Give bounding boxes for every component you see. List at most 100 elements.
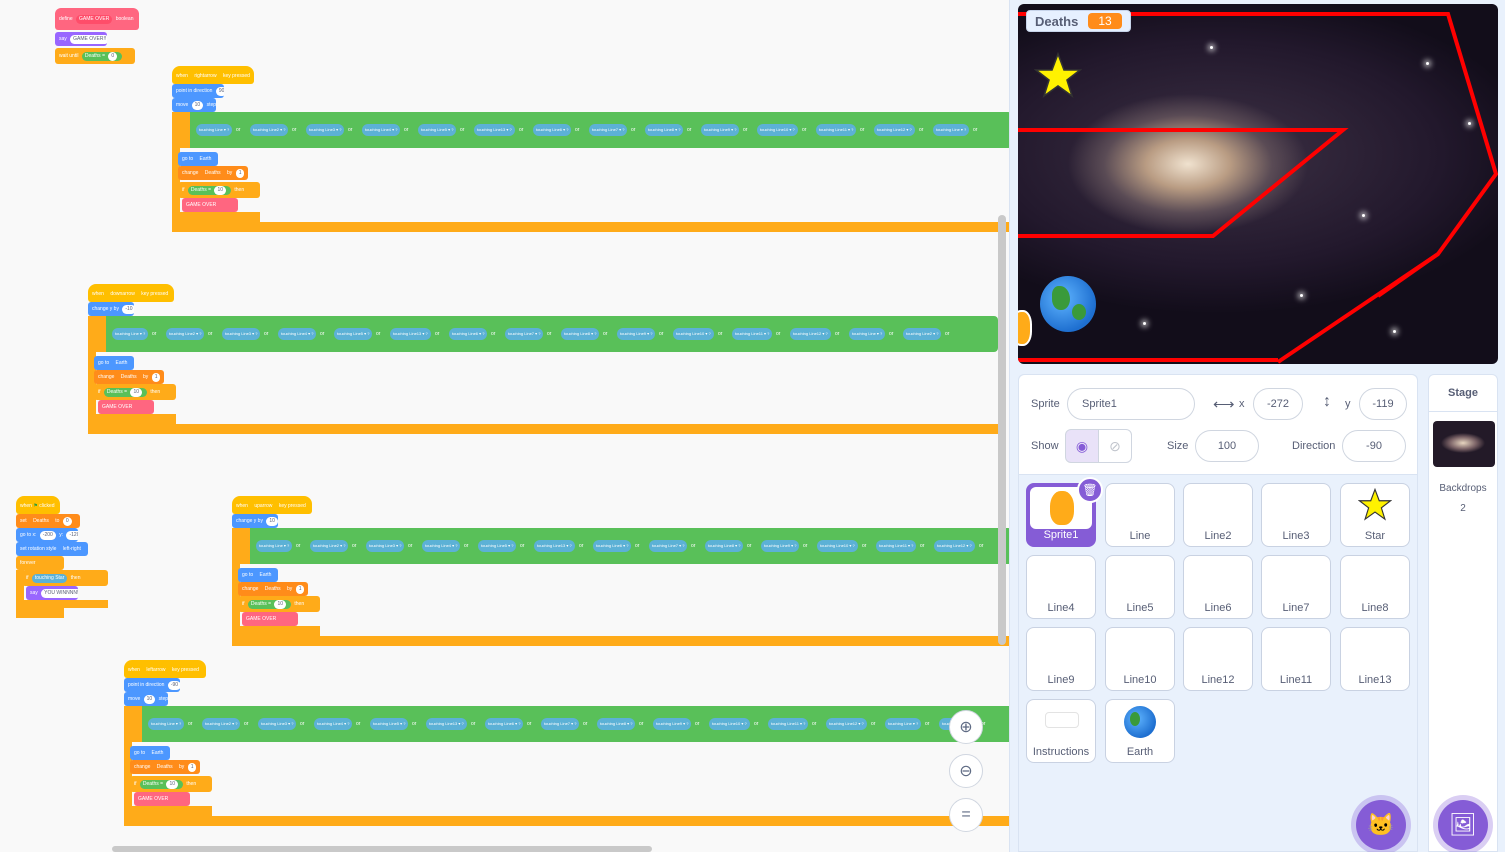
touching-sensor-chip[interactable]: touching Line8 ▾ ? bbox=[561, 328, 600, 340]
touching-sensor-chip[interactable]: touching Line4 ▾ ? bbox=[314, 718, 353, 730]
say-win-block[interactable]: say YOU WINNNN! bbox=[26, 586, 78, 600]
set-var[interactable]: Deaths bbox=[30, 517, 52, 526]
change-deaths-block[interactable]: change Deaths by 1 bbox=[238, 582, 308, 596]
touching-sensor-chip[interactable]: touching Line5 ▾ ? bbox=[370, 718, 409, 730]
goto-value[interactable]: Earth bbox=[112, 359, 131, 368]
key-dropdown[interactable]: rightarrow bbox=[191, 72, 220, 81]
wait-until-block[interactable]: wait until Deaths = 0 bbox=[55, 48, 135, 64]
change-y-value[interactable]: -10 bbox=[122, 305, 134, 314]
point-value[interactable]: -90 bbox=[167, 681, 180, 690]
touching-sensor-chip[interactable]: touching Line6 ▾ ? bbox=[449, 328, 488, 340]
backdrop-thumbnail[interactable] bbox=[1433, 421, 1495, 467]
change-var[interactable]: Deaths bbox=[261, 585, 284, 594]
earth-sprite[interactable] bbox=[1040, 276, 1096, 332]
touching-sensor-chip[interactable]: touching Line10 ▾ ? bbox=[709, 718, 750, 730]
when-key-pressed-hat[interactable]: when uparrow key pressed bbox=[232, 496, 312, 514]
if-touching-bar[interactable]: touching Line ▾ ? or touching Line2 ▾ ? or t… bbox=[124, 706, 1009, 742]
y-input[interactable]: -119 bbox=[1359, 388, 1407, 420]
move-value[interactable]: 10 bbox=[191, 101, 204, 110]
if-touching-bar[interactable]: touching Line ▾ ? or touching Line2 ▾ ? or t… bbox=[232, 528, 1009, 564]
if-deaths-block[interactable]: if Deaths = 10 then bbox=[130, 776, 212, 792]
touching-sensor-chip[interactable]: touching Line5 ▾ ? bbox=[478, 540, 517, 552]
sprite-tile-line13[interactable]: Line13 bbox=[1340, 627, 1410, 691]
stage-canvas[interactable]: Deaths 13 bbox=[1018, 4, 1498, 364]
touching-sensor-chip[interactable]: touching Line11 ▾ ? bbox=[876, 540, 917, 552]
touching-sensor-chip[interactable]: touching Line ▾ ? bbox=[196, 124, 233, 136]
touching-sensor-chip[interactable]: touching Line7 ▾ ? bbox=[541, 718, 580, 730]
touching-sensor-chip[interactable]: touching Line4 ▾ ? bbox=[422, 540, 461, 552]
sprite-tile-line7[interactable]: Line7 bbox=[1261, 555, 1331, 619]
touching-sensor-chip[interactable]: touching Line4 ▾ ? bbox=[278, 328, 317, 340]
goto-value[interactable]: Earth bbox=[256, 571, 275, 580]
goto-earth-block[interactable]: go to Earth bbox=[130, 746, 170, 760]
sprite-tile-line[interactable]: Line bbox=[1105, 483, 1175, 547]
point-value[interactable]: 90 bbox=[215, 87, 224, 96]
touching-sensor-chip[interactable]: touching Line6 ▾ ? bbox=[485, 718, 524, 730]
touching-sensor-chip[interactable]: touching Line5 ▾ ? bbox=[418, 124, 457, 136]
code-area[interactable]: define GAME OVER boolean say GAME OVER!!… bbox=[0, 0, 1010, 852]
set-deaths-block[interactable]: set Deaths to 0 bbox=[16, 514, 80, 528]
define-block[interactable]: define GAME OVER boolean bbox=[55, 8, 139, 30]
rotation-style-block[interactable]: set rotation style left-right bbox=[16, 542, 88, 556]
sprite-tile-line6[interactable]: Line6 bbox=[1183, 555, 1253, 619]
touching-sensor-chip[interactable]: touching Line7 ▾ ? bbox=[589, 124, 628, 136]
touching-sensor-chip[interactable]: touching Line13 ▾ ? bbox=[534, 540, 575, 552]
zoom-out-button[interactable]: ⊖ bbox=[949, 754, 983, 788]
touching-sensor-chip[interactable]: touching Line9 ▾ ? bbox=[653, 718, 692, 730]
goto-xy-block[interactable]: go to x: -200 y: -120 bbox=[16, 528, 78, 542]
when-key-pressed-hat[interactable]: say when rightarrow key pressed bbox=[172, 66, 254, 84]
change-y-block[interactable]: change y by 10 bbox=[232, 514, 278, 528]
if-touching-bar[interactable]: touching Line ▾ ? or touching Line2 ▾ ? or t… bbox=[172, 112, 1009, 148]
touching-sensor-chip[interactable]: touching Line9 ▾ ? bbox=[761, 540, 800, 552]
when-flag-clicked-hat[interactable]: when ⚑ clicked bbox=[16, 496, 60, 514]
rotation-value[interactable]: left-right bbox=[59, 545, 84, 554]
show-hidden-button[interactable]: ⊘ bbox=[1098, 429, 1132, 463]
change-deaths-block[interactable]: change Deaths by 1 bbox=[94, 370, 164, 384]
touching-sensor-chip[interactable]: touching Line12 ▾ ? bbox=[934, 540, 975, 552]
touching-sensor-chip[interactable]: touching Line6 ▾ ? bbox=[533, 124, 572, 136]
key-dropdown[interactable]: downarrow bbox=[107, 290, 138, 299]
sprite-tile-line2[interactable]: Line2 bbox=[1183, 483, 1253, 547]
sprite-tile-earth[interactable]: Earth bbox=[1105, 699, 1175, 763]
touching-sensor-chip[interactable]: touching Line ▾ ? bbox=[148, 718, 185, 730]
goto-earth-block[interactable]: go to Earth bbox=[238, 568, 278, 582]
deaths-variable-monitor[interactable]: Deaths 13 bbox=[1026, 10, 1131, 32]
move-value[interactable]: 10 bbox=[143, 695, 156, 704]
touching-sensor-chip[interactable]: touching Line3 ▾ ? bbox=[306, 124, 345, 136]
touching-sensor-chip[interactable]: touching Line13 ▾ ? bbox=[474, 124, 515, 136]
touching-sensor-chip[interactable]: touching Line11 ▾ ? bbox=[732, 328, 773, 340]
say-block[interactable]: say GAME OVER!! bbox=[55, 32, 107, 46]
game-over-call[interactable]: GAME OVER bbox=[98, 400, 154, 414]
touching-sensor-chip[interactable]: touching Line4 ▾ ? bbox=[362, 124, 401, 136]
touching-sensor-chip[interactable]: touching Line ▾ ? bbox=[849, 328, 886, 340]
size-input[interactable]: 100 bbox=[1195, 430, 1259, 462]
x-input[interactable]: -272 bbox=[1253, 388, 1303, 420]
horizontal-scrollbar[interactable] bbox=[112, 846, 652, 852]
touching-sensor-chip[interactable]: touching Line2 ▾ ? bbox=[202, 718, 241, 730]
move-steps-block[interactable]: move 10 steps bbox=[172, 98, 216, 112]
change-y-block[interactable]: change y by -10 bbox=[88, 302, 134, 316]
touching-sensor-chip[interactable]: touching Line11 ▾ ? bbox=[768, 718, 809, 730]
touching-sensor-chip[interactable]: touching Line9 ▾ ? bbox=[617, 328, 656, 340]
game-over-call[interactable]: GAME OVER bbox=[134, 792, 190, 806]
if-deaths-block[interactable]: if Deaths = 10 then bbox=[94, 384, 176, 400]
sprite-tile-line5[interactable]: Line5 bbox=[1105, 555, 1175, 619]
sprite-tile-star[interactable]: Star bbox=[1340, 483, 1410, 547]
game-over-call[interactable]: GAME OVER bbox=[242, 612, 298, 626]
touching-sensor-chip[interactable]: touching Line ▾ ? bbox=[112, 328, 149, 340]
goto-value[interactable]: Earth bbox=[148, 749, 167, 758]
zoom-reset-button[interactable]: = bbox=[949, 798, 983, 832]
sprite-tile-instructions[interactable]: Instructions bbox=[1026, 699, 1096, 763]
touching-sensor-chip[interactable]: touching Line13 ▾ ? bbox=[426, 718, 467, 730]
vertical-scrollbar[interactable] bbox=[998, 215, 1006, 645]
key-dropdown[interactable]: leftarrow bbox=[143, 666, 169, 675]
touching-sensor-chip[interactable]: touching Line12 ▾ ? bbox=[874, 124, 915, 136]
if-deaths-block[interactable]: if Deaths = 10 then bbox=[178, 182, 260, 198]
touching-sensor-chip[interactable]: touching Line12 ▾ ? bbox=[790, 328, 831, 340]
touching-sensor-chip[interactable]: touching Line13 ▾ ? bbox=[390, 328, 431, 340]
set-value[interactable]: 0 bbox=[62, 517, 72, 526]
goto-earth-block[interactable]: go to Earth bbox=[178, 152, 218, 166]
change-value[interactable]: 1 bbox=[187, 763, 197, 772]
touching-sensor-chip[interactable]: touching Line2 ▾ ? bbox=[310, 540, 349, 552]
touching-sensor-chip[interactable]: touching Line ▾ ? bbox=[933, 124, 970, 136]
